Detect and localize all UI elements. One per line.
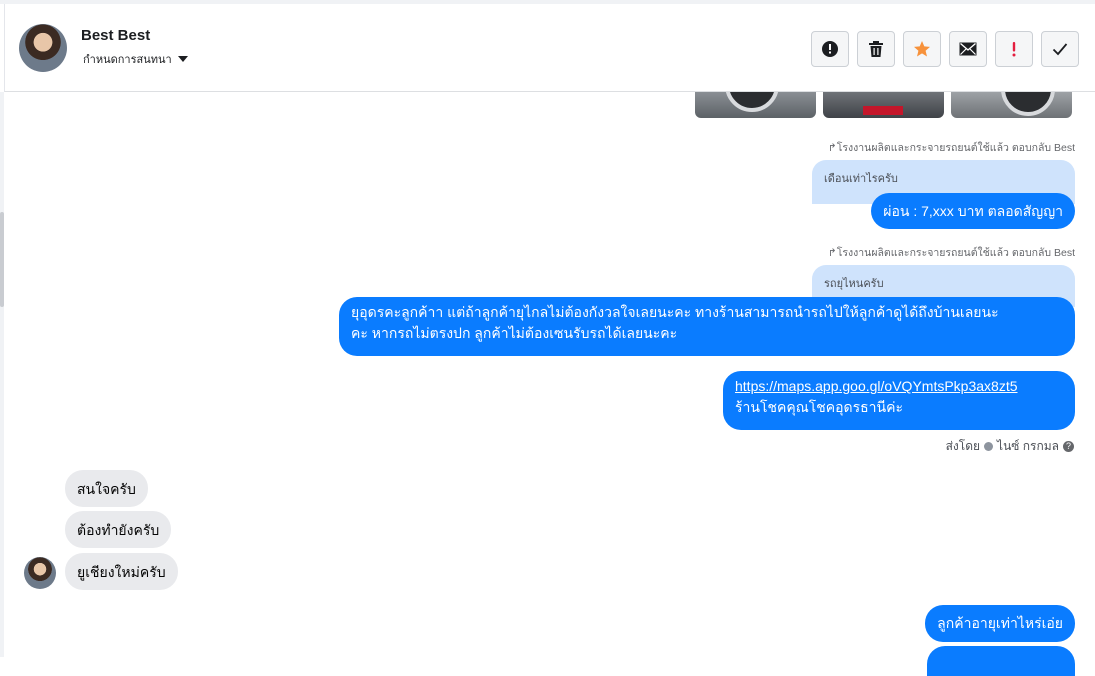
incoming-message[interactable]: ยูเชียงใหม่ครับ [65, 553, 178, 590]
incoming-message[interactable]: สนใจครับ [65, 470, 148, 507]
sent-by-info: ส่งโดย ไนซ์ กรกมล ? [946, 437, 1074, 456]
reply-context-note: ↱โรงงานผลิตและกระจายรถยนต์ใช้แล้ว ตอบกลั… [827, 142, 1075, 154]
help-icon[interactable]: ? [1063, 441, 1074, 452]
exclamation-icon [1012, 42, 1016, 57]
contact-avatar-small[interactable] [24, 557, 56, 589]
assign-label: กำหนดการสนทนา [83, 54, 172, 66]
conversation-toolbar [811, 31, 1079, 67]
trash-icon [869, 41, 883, 57]
photo-attachment[interactable] [695, 92, 816, 118]
reply-arrow-icon: ↱ [827, 142, 837, 154]
outgoing-message[interactable]: https://maps.app.goo.gl/oVQYmtsPkp3ax8zt… [723, 371, 1075, 430]
important-button[interactable] [995, 31, 1033, 67]
conversation-header: Best Best กำหนดการสนทนา [4, 4, 1095, 92]
check-icon [1052, 43, 1068, 56]
done-button[interactable] [1041, 31, 1079, 67]
grille-badge-shape [863, 106, 903, 115]
reply-context-note: ↱โรงงานผลิตและกระจายรถยนต์ใช้แล้ว ตอบกลั… [827, 247, 1075, 259]
mark-unread-button[interactable] [949, 31, 987, 67]
maps-link[interactable]: https://maps.app.goo.gl/oVQYmtsPkp3ax8zt… [735, 376, 1063, 397]
outgoing-message[interactable]: ผ่อน : 7,xxx บาท ตลอดสัญญา [871, 193, 1075, 229]
contact-name[interactable]: Best Best [81, 27, 150, 44]
caret-down-icon [177, 56, 188, 62]
outgoing-message[interactable]: ยุอุดรคะลูกค้าา แต่ถ้าลูกค้ายุไกลไม่ต้อง… [339, 297, 1075, 356]
alert-circle-icon [822, 41, 838, 57]
star-button[interactable] [903, 31, 941, 67]
photo-attachment[interactable] [951, 92, 1072, 118]
incoming-message[interactable]: ต้องทำยังครับ [65, 511, 172, 548]
wheel-shape [1001, 92, 1055, 116]
envelope-icon [959, 42, 977, 56]
verified-dot-icon [984, 442, 994, 451]
thread-scrollbar[interactable] [0, 92, 4, 657]
contact-avatar[interactable] [19, 24, 67, 72]
wheel-shape [725, 92, 779, 112]
assign-conversation-dropdown[interactable]: กำหนดการสนทนา [83, 50, 188, 68]
delete-button[interactable] [857, 31, 895, 67]
scrollbar-thumb[interactable] [0, 212, 4, 307]
photo-attachment[interactable] [823, 92, 944, 118]
reply-arrow-icon: ↱ [827, 247, 837, 259]
star-icon [914, 41, 930, 57]
outgoing-message-partial[interactable] [927, 646, 1075, 676]
outgoing-message[interactable]: ลูกค้าอายุเท่าไหร่เอ่ย [925, 605, 1075, 642]
report-button[interactable] [811, 31, 849, 67]
